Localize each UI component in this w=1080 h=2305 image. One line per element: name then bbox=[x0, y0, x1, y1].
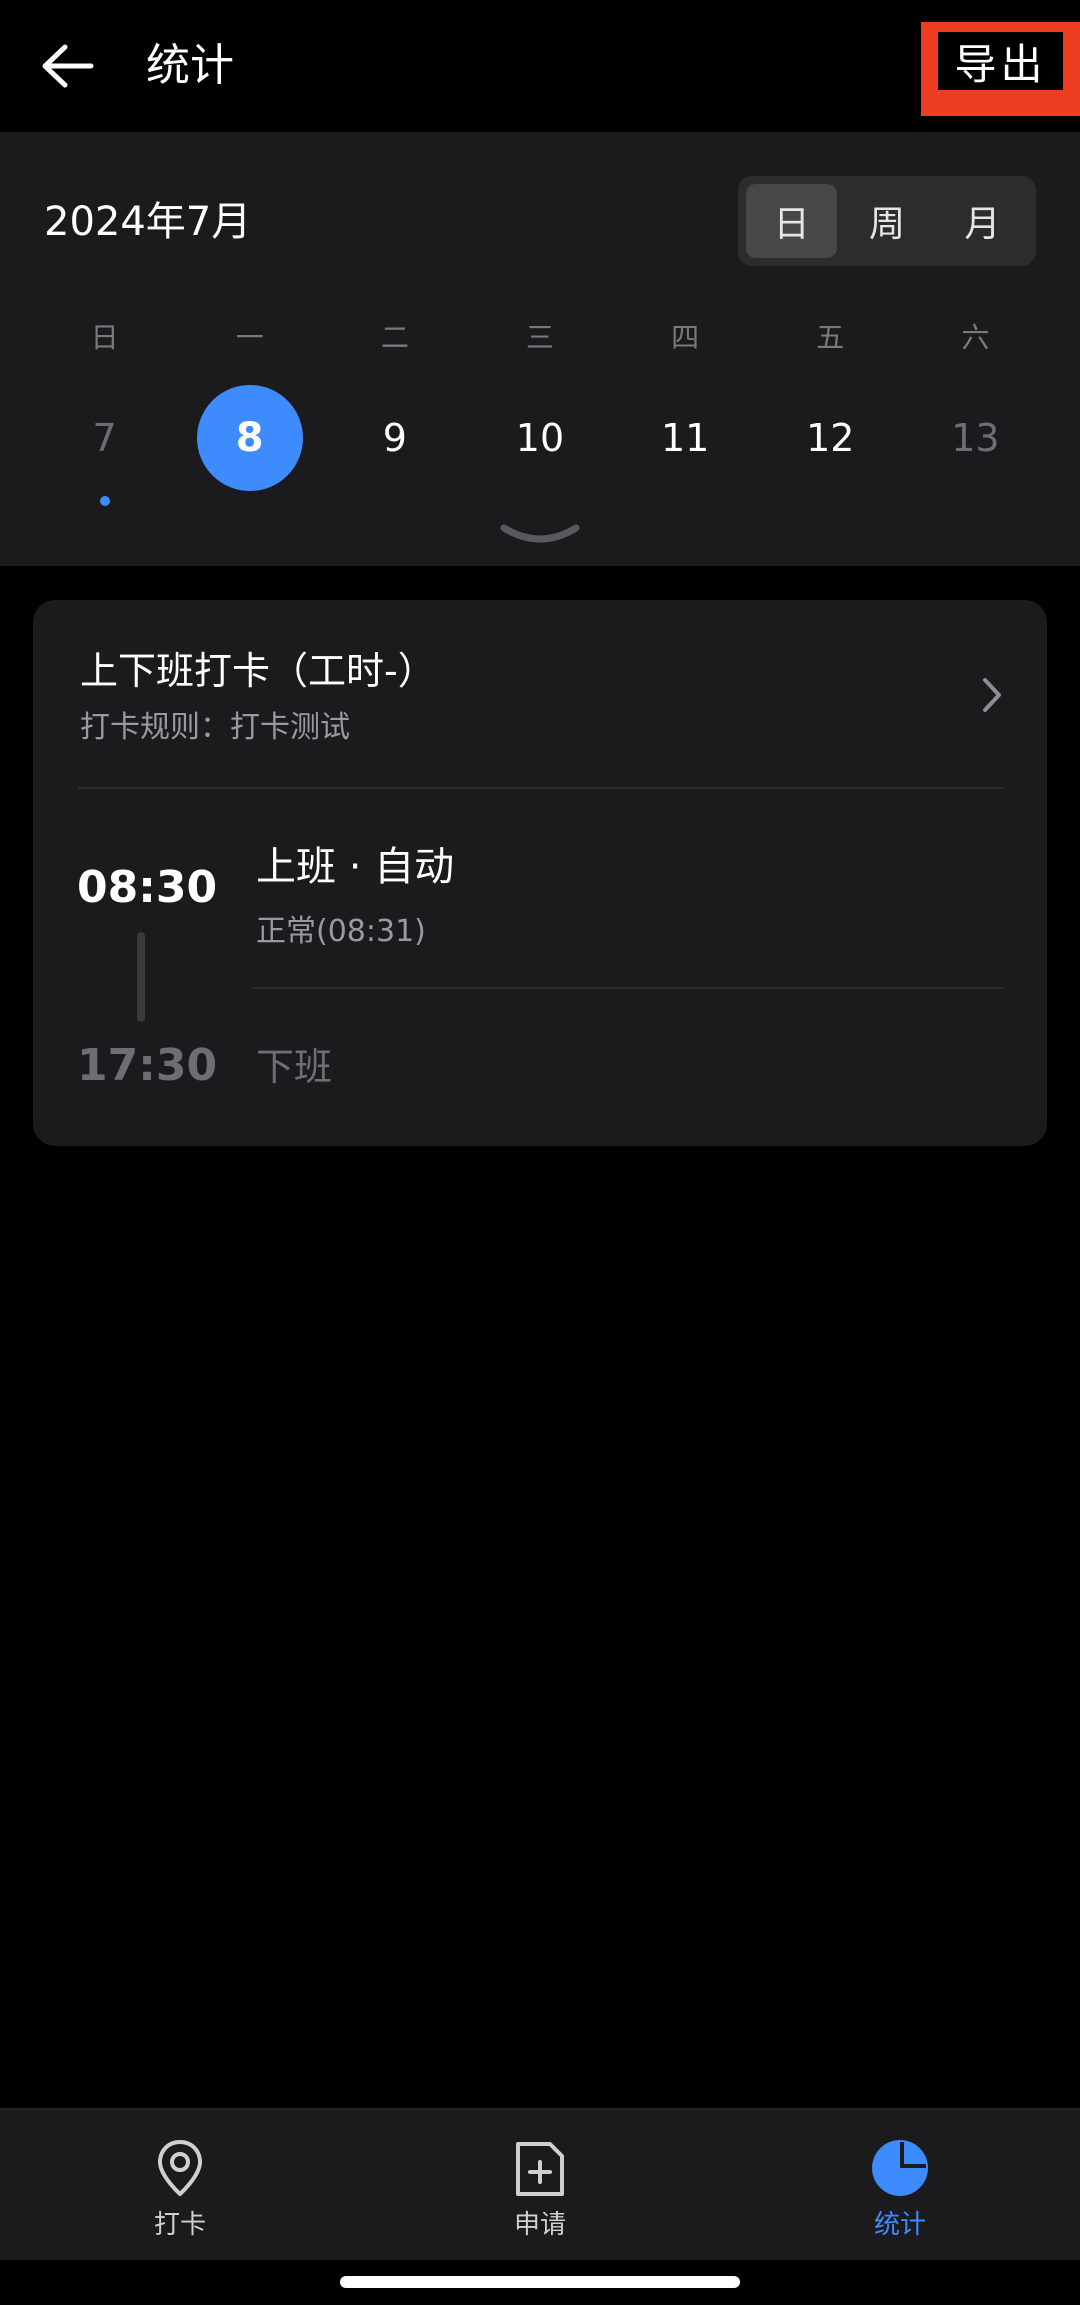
attendance-card: 上下班打卡（工时-） 打卡规则：打卡测试 08:30 17:30 上班 · 自动… bbox=[33, 600, 1047, 1146]
view-week-tab[interactable]: 周 bbox=[841, 184, 932, 258]
timeline-connector bbox=[137, 932, 145, 1022]
pie-chart-icon bbox=[872, 2140, 928, 2196]
back-arrow-icon bbox=[42, 44, 94, 88]
nav-label: 打卡 bbox=[153, 2210, 206, 2240]
weekday-label: 六 bbox=[961, 321, 990, 354]
date-number: 12 bbox=[806, 416, 855, 460]
nav-label-active: 统计 bbox=[873, 2210, 926, 2240]
chevron-right-icon bbox=[983, 678, 1001, 712]
attendance-group-title: 上下班打卡（工时-） bbox=[80, 649, 436, 693]
divider bbox=[78, 787, 1004, 789]
weekday-label: 三 bbox=[525, 321, 554, 354]
weekday-label: 四 bbox=[671, 321, 700, 354]
weekday-label: 五 bbox=[816, 321, 845, 354]
back-button[interactable] bbox=[32, 34, 102, 98]
view-mode-switch: 日 周 月 bbox=[738, 176, 1036, 266]
record-dot bbox=[99, 496, 110, 506]
date-cell-9[interactable]: 9 bbox=[322, 384, 467, 492]
date-cell-10[interactable]: 10 bbox=[467, 384, 612, 492]
date-number: 11 bbox=[660, 416, 710, 460]
expand-calendar-handle-icon[interactable] bbox=[498, 520, 582, 550]
weekday-label: 一 bbox=[235, 321, 264, 354]
date-number: 7 bbox=[92, 416, 117, 460]
date-cell-12[interactable]: 12 bbox=[758, 384, 903, 492]
calendar-panel: 2024年7月 日 周 月 日 一 二 三 四 五 六 7 8 9 10 11 … bbox=[0, 132, 1080, 566]
selected-date-number: 8 bbox=[196, 385, 303, 491]
weekday-label: 日 bbox=[90, 321, 119, 354]
clock-out-time: 17:30 bbox=[77, 1040, 218, 1091]
attendance-rule: 打卡规则：打卡测试 bbox=[80, 710, 350, 745]
view-month-tab[interactable]: 月 bbox=[937, 184, 1028, 258]
clock-in-status: 正常(08:31) bbox=[256, 914, 426, 949]
nav-label: 申请 bbox=[513, 2210, 566, 2240]
clock-in-time: 08:30 bbox=[77, 862, 218, 913]
date-cell-11[interactable]: 11 bbox=[613, 384, 758, 492]
date-number: 13 bbox=[951, 416, 1000, 460]
date-cell-13[interactable]: 13 bbox=[903, 384, 1048, 492]
date-number: 10 bbox=[515, 416, 565, 460]
add-document-icon bbox=[516, 2142, 564, 2196]
home-indicator[interactable] bbox=[340, 2276, 740, 2288]
date-cell-7[interactable]: 7 bbox=[32, 384, 177, 506]
bottom-nav: 打卡 申请 统计 bbox=[0, 2108, 1080, 2260]
top-bar: 统计 导出 bbox=[0, 0, 1080, 132]
weekday-label: 二 bbox=[380, 321, 409, 354]
nav-item-apply[interactable]: 申请 bbox=[360, 2110, 720, 2260]
attendance-group-header[interactable]: 上下班打卡（工时-） 打卡规则：打卡测试 bbox=[33, 600, 1047, 788]
week-dates: 7 8 9 10 11 12 13 bbox=[32, 384, 1048, 506]
month-label[interactable]: 2024年7月 bbox=[44, 192, 251, 252]
weekday-header: 日 一 二 三 四 五 六 bbox=[32, 316, 1048, 356]
export-button[interactable]: 导出 bbox=[938, 32, 1063, 90]
location-pin-icon bbox=[158, 2140, 202, 2196]
export-highlight: 导出 bbox=[921, 22, 1080, 116]
statistics-screen: 统计 导出 2024年7月 日 周 月 日 一 二 三 四 五 六 7 8 9 … bbox=[0, 0, 1080, 2305]
view-day-tab[interactable]: 日 bbox=[746, 184, 838, 258]
page-title: 统计 bbox=[146, 40, 234, 91]
clock-in-label: 上班 · 自动 bbox=[256, 844, 455, 890]
nav-item-statistics[interactable]: 统计 bbox=[720, 2110, 1080, 2260]
date-cell-8[interactable]: 8 bbox=[177, 384, 322, 492]
date-number: 9 bbox=[382, 416, 407, 460]
divider bbox=[253, 987, 1004, 989]
nav-item-clock-in[interactable]: 打卡 bbox=[0, 2110, 360, 2260]
clock-out-label: 下班 bbox=[256, 1045, 333, 1089]
